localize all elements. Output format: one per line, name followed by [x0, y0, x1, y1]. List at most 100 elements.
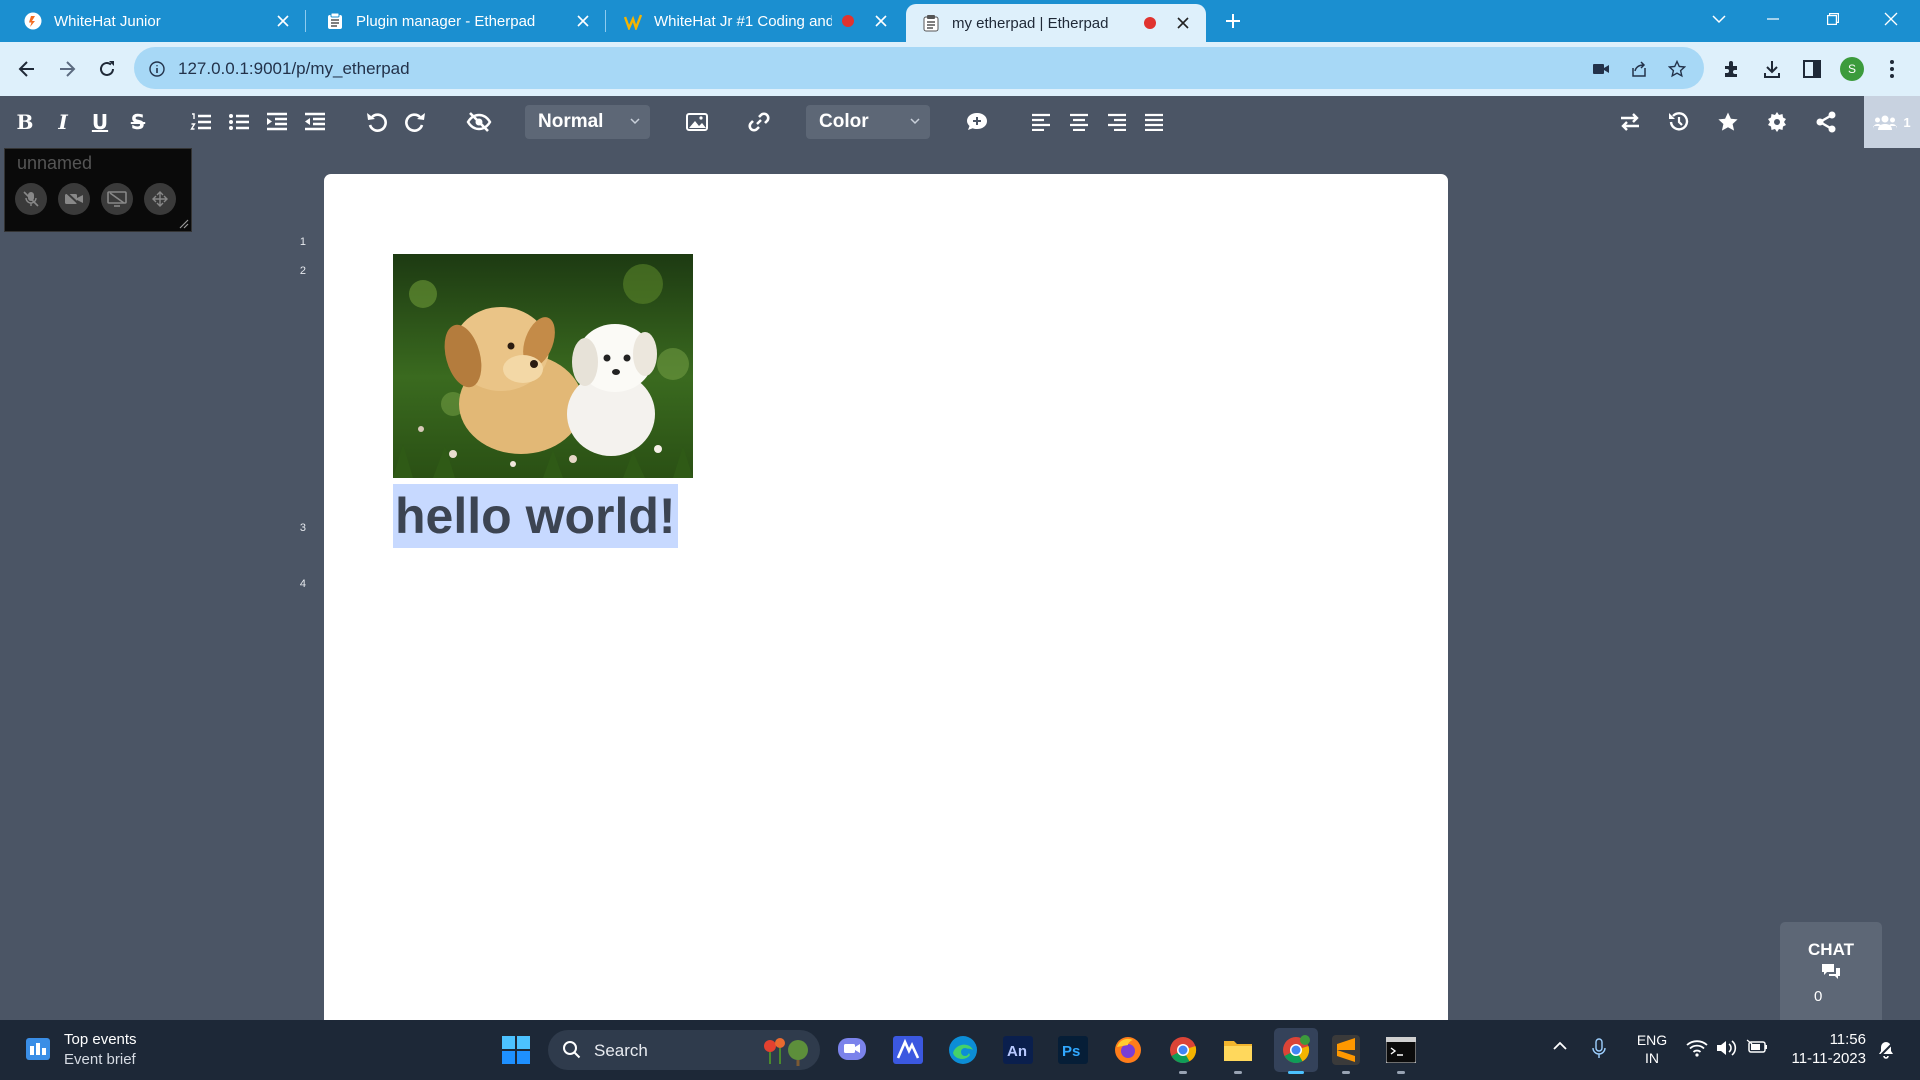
omnibox[interactable]: 127.0.0.1:9001/p/my_etherpad — [134, 47, 1704, 89]
link-icon[interactable] — [746, 109, 772, 135]
download-icon[interactable] — [1758, 55, 1786, 83]
recording-indicator-icon — [1144, 17, 1156, 29]
align-justify-icon[interactable] — [1141, 109, 1167, 135]
clear-authorship-eye-slash-icon[interactable] — [466, 109, 492, 135]
outdent-icon[interactable] — [302, 109, 328, 135]
widgets-icon[interactable] — [26, 1038, 50, 1060]
share-embed-icon[interactable] — [1813, 109, 1839, 135]
camera-in-use-icon[interactable] — [1590, 58, 1612, 80]
tab-whitehat-junior[interactable]: WhiteHat Junior — [0, 0, 306, 42]
edge-browser-icon[interactable] — [945, 1032, 981, 1068]
share-icon[interactable] — [1628, 58, 1650, 80]
import-export-icon[interactable] — [1617, 109, 1643, 135]
restore-icon[interactable] — [1810, 0, 1856, 38]
battery-icon[interactable] — [1746, 1039, 1768, 1055]
close-tab-icon[interactable] — [1170, 10, 1196, 36]
clock[interactable]: 11:56 11-11-2023 — [1776, 1031, 1866, 1067]
taskbar-search[interactable]: Search — [548, 1030, 820, 1070]
close-window-icon[interactable] — [1868, 0, 1914, 38]
close-tab-icon[interactable] — [868, 8, 894, 34]
notifications-icon[interactable] — [1876, 1040, 1896, 1060]
saved-revision-star-icon[interactable] — [1715, 109, 1741, 135]
site-info-icon[interactable] — [146, 58, 168, 80]
volume-icon[interactable] — [1716, 1039, 1738, 1057]
puppies-image[interactable] — [393, 254, 693, 478]
reload-icon[interactable] — [90, 52, 124, 86]
style-select-value: Normal — [538, 111, 604, 132]
add-comment-icon[interactable] — [964, 109, 990, 135]
teams-chat-icon[interactable] — [834, 1032, 870, 1068]
running-indicator — [1234, 1071, 1242, 1074]
chrome-profile-icon[interactable] — [1274, 1028, 1318, 1074]
align-center-icon[interactable] — [1066, 109, 1092, 135]
indent-icon[interactable] — [264, 109, 290, 135]
settings-gear-icon[interactable] — [1764, 109, 1790, 135]
show-hidden-icons-chevron-up-icon[interactable] — [1552, 1040, 1568, 1052]
windows-start-icon[interactable] — [498, 1032, 534, 1068]
tab-my-etherpad[interactable]: my etherpad | Etherpad — [906, 4, 1206, 42]
profile-avatar[interactable]: S — [1840, 57, 1864, 81]
animate-icon[interactable]: An — [1000, 1032, 1036, 1068]
svg-text:Ps: Ps — [1062, 1043, 1080, 1060]
italic-icon[interactable]: I — [50, 109, 76, 135]
pad-text-line[interactable]: hello world! — [393, 484, 678, 548]
undo-icon[interactable] — [364, 109, 390, 135]
input-language[interactable]: ENG IN — [1636, 1032, 1668, 1066]
mute-microphone-icon[interactable] — [15, 183, 47, 215]
close-tab-icon[interactable] — [270, 8, 296, 34]
pad-editor-page[interactable]: hello world! — [324, 174, 1448, 1020]
back-arrow-icon[interactable] — [10, 52, 44, 86]
tab-search-chevron-down-icon[interactable] — [1696, 0, 1742, 38]
extensions-puzzle-icon[interactable] — [1718, 55, 1746, 83]
url-text[interactable]: 127.0.0.1:9001/p/my_etherpad — [178, 59, 410, 79]
fullscreen-icon[interactable] — [144, 183, 176, 215]
chrome-icon[interactable] — [1165, 1032, 1201, 1074]
ordered-list-icon[interactable] — [188, 109, 214, 135]
firefox-icon[interactable] — [1110, 1032, 1146, 1068]
forward-arrow-icon[interactable] — [50, 52, 84, 86]
insert-image-icon[interactable] — [684, 109, 710, 135]
strikethrough-icon[interactable]: S — [125, 109, 151, 135]
microphone-icon[interactable] — [1592, 1038, 1606, 1060]
resize-handle-icon[interactable] — [177, 217, 189, 229]
unordered-list-icon[interactable] — [226, 109, 252, 135]
windows-taskbar: Top events Event brief Search An Ps ENG … — [0, 1020, 1920, 1080]
chat-label: CHAT — [1808, 940, 1854, 959]
clock-time: 11:56 — [1829, 1031, 1866, 1048]
close-tab-icon[interactable] — [570, 8, 596, 34]
bold-icon[interactable]: B — [12, 109, 38, 135]
wifi-icon[interactable] — [1686, 1039, 1708, 1057]
tab-plugin-manager[interactable]: Plugin manager - Etherpad — [306, 0, 606, 42]
terminal-icon[interactable] — [1383, 1032, 1419, 1074]
new-tab-button[interactable] — [1218, 6, 1248, 36]
video-username-field[interactable]: unnamed — [17, 153, 92, 174]
chevron-down-icon — [910, 117, 920, 125]
file-explorer-icon[interactable] — [1220, 1032, 1256, 1074]
editor-toolbar: B I U S Normal Color 1 — [0, 96, 1920, 148]
bookmark-star-icon[interactable] — [1666, 58, 1688, 80]
photoshop-icon[interactable]: Ps — [1055, 1032, 1091, 1068]
app-m-icon[interactable] — [890, 1032, 926, 1068]
paragraph-style-select[interactable]: Normal — [525, 105, 650, 139]
widget-title[interactable]: Top events — [64, 1031, 137, 1048]
line-number: 3 — [299, 522, 306, 534]
disable-camera-icon[interactable] — [58, 183, 90, 215]
chat-button[interactable]: CHAT 0 — [1780, 922, 1882, 1020]
side-panel-icon[interactable] — [1798, 55, 1826, 83]
align-left-icon[interactable] — [1028, 109, 1054, 135]
users-button[interactable]: 1 — [1864, 96, 1920, 148]
font-color-select[interactable]: Color — [806, 105, 930, 139]
underline-icon[interactable]: U — [87, 109, 113, 135]
align-right-icon[interactable] — [1104, 109, 1130, 135]
running-indicator — [1342, 1071, 1350, 1074]
tab-whitehat-jr-coding[interactable]: WhiteHat Jr #1 Coding and — [606, 0, 904, 42]
sublime-text-icon[interactable] — [1328, 1032, 1364, 1074]
redo-icon[interactable] — [402, 109, 428, 135]
timeslider-history-icon[interactable] — [1666, 109, 1692, 135]
screen-share-off-icon[interactable] — [101, 183, 133, 215]
more-menu-icon[interactable] — [1878, 55, 1906, 83]
minimize-icon[interactable] — [1750, 0, 1796, 38]
tab-strip: WhiteHat Junior Plugin manager - Etherpa… — [0, 0, 1920, 42]
language-code: ENG — [1636, 1032, 1668, 1048]
chat-unread-count: 0 — [1814, 988, 1823, 1005]
